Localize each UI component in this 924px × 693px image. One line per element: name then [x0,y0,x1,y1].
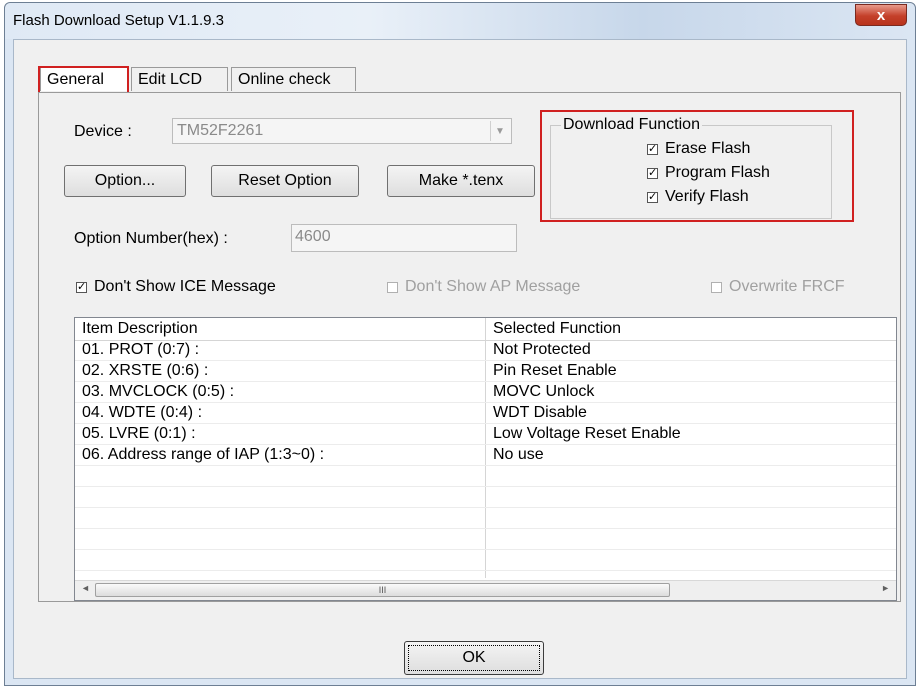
tab-online-check-label: Online check [238,70,331,88]
dont-show-ice-label: Don't Show ICE Message [94,278,276,295]
checkbox-box[interactable] [711,281,722,293]
dont-show-ice-checkbox[interactable]: ✓ Don't Show ICE Message [76,278,276,296]
option-number-label: Option Number(hex) : [74,230,228,247]
table-row[interactable]: 01. PROT (0:7) : Not Protected [75,340,896,361]
grip-icon: III [378,585,387,595]
reset-option-button-label: Reset Option [238,172,332,189]
option-list-table[interactable]: Item Description Selected Function 01. P… [74,317,897,601]
table-row[interactable]: 06. Address range of IAP (1:3~0) : No us… [75,445,896,466]
selected-function: WDT Disable [493,404,587,421]
table-row[interactable]: 03. MVCLOCK (0:5) : MOVC Unlock [75,382,896,403]
general-tab-highlight [38,66,129,95]
chevron-down-icon[interactable]: ▼ [490,121,509,141]
selected-function: No use [493,446,544,463]
item-description: 02. XRSTE (0:6) : [82,362,209,379]
scroll-right-icon[interactable]: ► [881,583,890,593]
scrollbar-thumb[interactable]: III [95,583,670,597]
window-title: Flash Download Setup V1.1.9.3 [13,12,224,29]
make-tenx-button-label: Make *.tenx [418,172,504,189]
item-description: 05. LVRE (0:1) : [82,425,196,442]
empty-row [75,508,896,529]
overwrite-frcf-checkbox[interactable]: Overwrite FRCF [711,278,845,296]
dialog-window: Flash Download Setup V1.1.9.3 x General … [4,2,916,686]
dont-show-ap-label: Don't Show AP Message [405,278,581,295]
selected-function: MOVC Unlock [493,383,595,400]
column-header-item-description[interactable]: Item Description [75,318,485,340]
make-tenx-button[interactable]: Make *.tenx [387,165,535,197]
download-function-highlight [540,110,854,222]
reset-option-button[interactable]: Reset Option [211,165,359,197]
device-label: Device : [74,123,132,140]
table-row[interactable]: 04. WDTE (0:4) : WDT Disable [75,403,896,424]
checkbox-box[interactable] [387,281,398,293]
close-button[interactable]: x [855,4,907,26]
dialog-client-area: General Edit LCD Online check Device : T… [13,39,907,679]
checkbox-box[interactable]: ✓ [76,281,87,293]
item-description: 04. WDTE (0:4) : [82,404,203,421]
empty-row [75,550,896,571]
table-row[interactable]: 05. LVRE (0:1) : Low Voltage Reset Enabl… [75,424,896,445]
close-icon: x [876,6,886,24]
item-description: 01. PROT (0:7) : [82,341,200,358]
selected-function: Pin Reset Enable [493,362,617,379]
option-button-label: Option... [94,172,156,189]
dont-show-ap-checkbox[interactable]: Don't Show AP Message [387,278,580,296]
selected-function: Not Protected [493,341,591,358]
device-combobox[interactable]: TM52F2261 ▼ [172,118,512,144]
option-number-field[interactable]: 4600 [291,224,517,252]
title-bar[interactable]: Flash Download Setup V1.1.9.3 x [5,3,915,39]
ok-button[interactable]: OK [404,641,544,675]
item-description: 06. Address range of IAP (1:3~0) : [82,446,325,463]
horizontal-scrollbar[interactable]: ◄ III ► [75,580,896,600]
tab-edit-lcd-label: Edit LCD [138,70,203,88]
column-header-selected-function[interactable]: Selected Function [486,318,896,340]
selected-function: Low Voltage Reset Enable [493,425,681,442]
empty-row [75,529,896,550]
scroll-left-icon[interactable]: ◄ [81,583,90,593]
focus-rect [408,645,540,671]
table-row[interactable]: 02. XRSTE (0:6) : Pin Reset Enable [75,361,896,382]
item-description: 03. MVCLOCK (0:5) : [82,383,235,400]
empty-row [75,466,896,487]
option-button[interactable]: Option... [64,165,186,197]
overwrite-frcf-label: Overwrite FRCF [729,278,845,295]
tab-edit-lcd[interactable]: Edit LCD [131,67,228,91]
tab-online-check[interactable]: Online check [231,67,356,91]
empty-row [75,487,896,508]
device-value: TM52F2261 [177,122,264,139]
